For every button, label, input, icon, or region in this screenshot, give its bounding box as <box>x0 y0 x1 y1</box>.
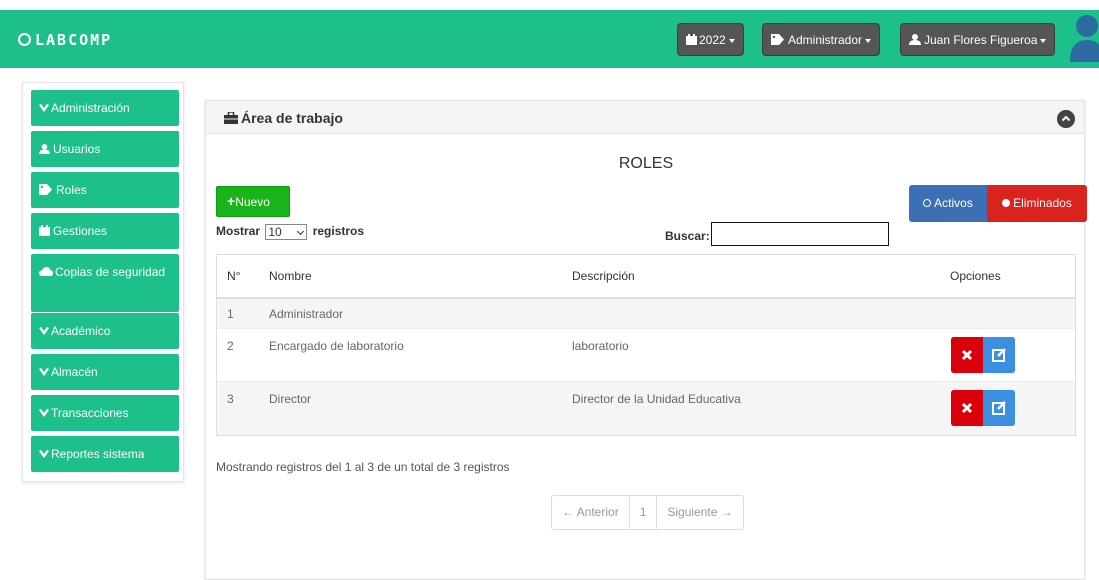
row-name: Encargado de laboratorio <box>269 339 404 353</box>
brand-name: LABCOMP <box>35 31 113 49</box>
row-description: laboratorio <box>572 339 629 353</box>
sidebar-item-usuarios[interactable]: Usuarios <box>31 131 179 167</box>
table-header: N° Nombre Descripción Opciones <box>217 255 1075 299</box>
tag-icon <box>39 184 52 195</box>
role-dropdown[interactable]: Administrador <box>762 23 881 56</box>
chevron-down-icon <box>297 227 305 236</box>
sidebar-item-copias-de-seguridad[interactable]: Copias de seguridad <box>31 254 179 312</box>
previous-page-button[interactable]: ← Anterior <box>552 496 630 529</box>
chevron-down-icon <box>39 327 49 335</box>
active-filter-button[interactable]: Activos <box>909 185 987 222</box>
sidebar-item-roles[interactable]: Roles <box>31 172 179 208</box>
panel-header: Área de trabajo <box>206 101 1084 134</box>
next-page-button[interactable]: Siguiente → <box>657 496 742 529</box>
calendar-icon <box>39 225 50 236</box>
page-size-control: Mostrar 10 registros <box>216 224 364 240</box>
row-number: 2 <box>227 339 234 353</box>
row-name: Director <box>269 392 312 406</box>
avatar[interactable] <box>1070 12 1099 62</box>
table-row[interactable]: 3 Director Director de la Unidad Educati… <box>217 382 1075 435</box>
edit-button[interactable] <box>983 390 1015 426</box>
user-label: Juan Flores Figueroa <box>924 33 1038 47</box>
sidebar: Administración Usuarios Roles Gestiones … <box>22 82 184 482</box>
sidebar-item-label: Gestiones <box>53 224 108 238</box>
new-button-label: Nuevo <box>235 195 270 209</box>
top-navbar: LABCOMP 2022 Administrador Juan Flores F… <box>0 10 1099 68</box>
chevron-down-icon <box>39 368 49 376</box>
row-name: Administrador <box>269 307 344 321</box>
chevron-down-icon <box>39 104 49 112</box>
sidebar-item-academico[interactable]: Académico <box>31 313 179 349</box>
user-icon <box>39 144 50 154</box>
panel-title: Área de trabajo <box>224 110 343 126</box>
radio-empty-icon <box>923 199 932 207</box>
user-icon <box>909 34 921 45</box>
tag-icon <box>771 34 784 45</box>
deleted-filter-button[interactable]: Eliminados <box>987 185 1087 222</box>
user-dropdown[interactable]: Juan Flores Figueroa <box>900 23 1056 56</box>
sidebar-item-label: Administración <box>51 101 130 115</box>
sidebar-item-gestiones[interactable]: Gestiones <box>31 213 179 249</box>
sidebar-item-label: Transacciones <box>51 406 129 420</box>
column-header-options[interactable]: Opciones <box>950 269 1001 283</box>
sidebar-item-label: Copias de seguridad <box>55 265 166 279</box>
year-label: 2022 <box>699 33 726 47</box>
sidebar-item-label: Reportes sistema <box>51 447 145 461</box>
radio-filled-icon <box>1002 199 1011 207</box>
show-label: Mostrar <box>216 224 261 239</box>
cloud-icon <box>39 267 53 276</box>
briefcase-icon <box>224 111 238 124</box>
calendar-icon <box>686 34 697 45</box>
sidebar-item-reportes-sistema[interactable]: Reportes sistema <box>31 436 179 472</box>
globe-icon <box>18 33 31 46</box>
row-number: 1 <box>227 307 234 321</box>
sidebar-item-label: Almacén <box>51 365 98 379</box>
collapse-icon[interactable] <box>1057 110 1075 128</box>
table-row[interactable]: 1 Administrador <box>217 299 1075 329</box>
sidebar-item-label: Roles <box>56 183 87 197</box>
caret-down-icon <box>1040 38 1047 43</box>
page-size-select[interactable]: 10 <box>265 224 308 240</box>
page-size-value: 10 <box>268 225 282 239</box>
row-description: Director de la Unidad Educativa <box>572 392 741 406</box>
row-number: 3 <box>227 392 234 406</box>
search-label: Buscar: <box>665 229 710 243</box>
column-header-number[interactable]: N° <box>227 269 240 283</box>
sidebar-item-almacen[interactable]: Almacén <box>31 354 179 390</box>
active-filter-label: Activos <box>934 196 973 210</box>
sidebar-item-label: Académico <box>51 324 111 338</box>
sidebar-item-transacciones[interactable]: Transacciones <box>31 395 179 431</box>
new-button[interactable]: +Nuevo <box>216 186 290 217</box>
caret-down-icon <box>728 38 735 43</box>
pagination: ← Anterior 1 Siguiente → <box>551 495 744 530</box>
column-header-description[interactable]: Descripción <box>572 269 635 283</box>
sidebar-item-label: Usuarios <box>53 142 101 156</box>
plus-icon: + <box>227 193 236 209</box>
page-number-button[interactable]: 1 <box>630 496 658 529</box>
records-label: registros <box>312 224 365 239</box>
workspace-panel: Área de trabajo ROLES +Nuevo Activos Eli… <box>205 100 1087 580</box>
table-row[interactable]: 2 Encargado de laboratorio laboratorio <box>217 329 1075 382</box>
edit-button[interactable] <box>983 337 1015 373</box>
deleted-filter-label: Eliminados <box>1013 196 1072 210</box>
brand-logo[interactable]: LABCOMP <box>18 31 112 49</box>
page-title: ROLES <box>618 155 674 172</box>
year-dropdown[interactable]: 2022 <box>677 23 744 56</box>
caret-down-icon <box>865 38 872 43</box>
search-input[interactable] <box>711 222 889 246</box>
table-info: Mostrando registros del 1 al 3 de un tot… <box>216 460 510 474</box>
chevron-down-icon <box>39 450 49 458</box>
roles-table: N° Nombre Descripción Opciones 1 Adminis… <box>216 254 1076 436</box>
delete-button[interactable] <box>951 337 983 373</box>
role-label: Administrador <box>788 33 863 47</box>
delete-button[interactable] <box>951 390 983 426</box>
chevron-down-icon <box>39 409 49 417</box>
column-header-name[interactable]: Nombre <box>269 269 312 283</box>
sidebar-item-administracion[interactable]: Administración <box>31 90 179 126</box>
